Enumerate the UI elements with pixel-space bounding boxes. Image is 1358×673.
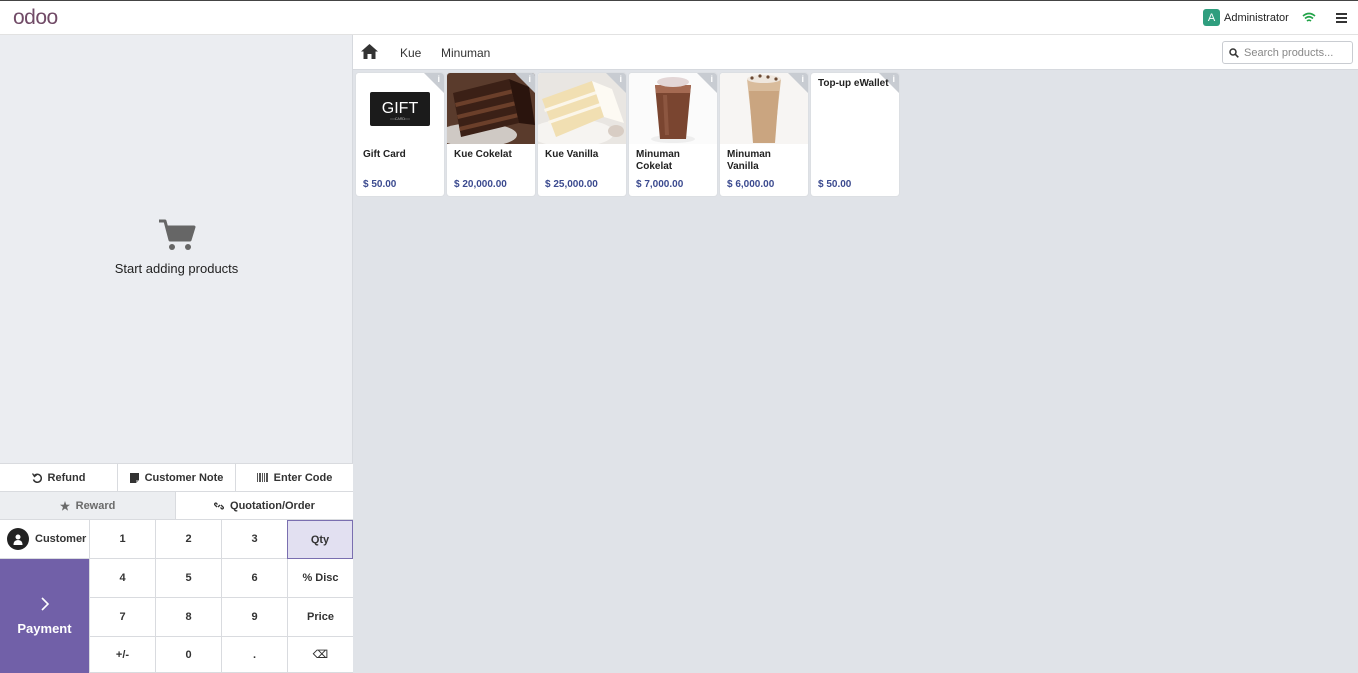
- category-bar: Kue Minuman: [353, 35, 1358, 70]
- quotation-order-button[interactable]: Quotation/Order: [176, 492, 353, 519]
- order-panel: Start adding products Refund Customer No…: [0, 35, 353, 673]
- product-name: Kue Cokelat: [454, 149, 512, 160]
- numpad-key-4[interactable]: 4: [89, 559, 155, 598]
- odoo-logo[interactable]: odoo: [13, 7, 69, 29]
- customer-button[interactable]: Customer: [0, 520, 89, 559]
- info-icon[interactable]: i: [528, 74, 531, 84]
- product-name: Minuman Vanilla: [727, 149, 771, 172]
- customer-note-label: Customer Note: [144, 471, 224, 484]
- numpad-key-0[interactable]: 0: [155, 637, 221, 673]
- undo-icon: [31, 472, 42, 483]
- info-corner: [788, 73, 808, 93]
- product-price: $ 20,000.00: [454, 179, 507, 190]
- product-card-minuman-cokelat[interactable]: i Minuman Cokelat $ 7,000.00: [629, 73, 717, 196]
- numpad-key-6[interactable]: 6: [221, 559, 287, 598]
- numpad-key-8[interactable]: 8: [155, 598, 221, 637]
- category-kue[interactable]: Kue: [400, 46, 421, 60]
- svg-text:CARD: CARD: [395, 117, 405, 121]
- chevron-right-icon: [40, 596, 49, 611]
- svg-text:GIFT: GIFT: [382, 100, 419, 117]
- customer-note-button[interactable]: Customer Note: [118, 464, 236, 491]
- product-name: Top-up eWallet: [818, 78, 889, 89]
- numpad-discount-button[interactable]: % Disc: [287, 559, 353, 598]
- search-box: [1222, 41, 1353, 64]
- info-corner: [606, 73, 626, 93]
- info-corner: [515, 73, 535, 93]
- numpad-key-1[interactable]: 1: [89, 520, 155, 559]
- barcode-icon: [256, 473, 268, 482]
- numpad-qty-button[interactable]: Qty: [287, 520, 353, 559]
- enter-code-button[interactable]: Enter Code: [236, 464, 353, 491]
- star-icon: [59, 500, 70, 511]
- info-icon[interactable]: i: [710, 74, 713, 84]
- numpad-sign-button[interactable]: +/-: [89, 637, 155, 673]
- product-panel: Kue Minuman GIFT CARD i Gi: [353, 35, 1358, 673]
- customer-label: Customer: [35, 533, 87, 545]
- top-bar: odoo A Administrator: [0, 0, 1358, 35]
- reward-label: Reward: [75, 499, 116, 512]
- enter-code-label: Enter Code: [273, 471, 333, 484]
- reward-button[interactable]: Reward: [0, 492, 176, 519]
- numpad-key-5[interactable]: 5: [155, 559, 221, 598]
- numpad-key-7[interactable]: 7: [89, 598, 155, 637]
- quotation-order-label: Quotation/Order: [230, 499, 315, 512]
- numpad-key-2[interactable]: 2: [155, 520, 221, 559]
- user-icon: [13, 534, 23, 545]
- search-icon: [1229, 47, 1239, 58]
- gift-card-image: GIFT CARD: [370, 91, 430, 126]
- numpad-decimal-button[interactable]: .: [221, 637, 287, 673]
- product-price: $ 6,000.00: [727, 179, 775, 190]
- product-price: $ 25,000.00: [545, 179, 598, 190]
- product-card-kue-vanilla[interactable]: i Kue Vanilla $ 25,000.00: [538, 73, 626, 196]
- hamburger-menu-icon[interactable]: [1336, 13, 1347, 23]
- product-card-kue-cokelat[interactable]: i Kue Cokelat $ 20,000.00: [447, 73, 535, 196]
- order-controls: Refund Customer Note Enter Code: [0, 463, 353, 491]
- numpad: 1 2 3 Qty 4 5 6 % Disc 7 8 9 Price +/- 0…: [89, 520, 353, 673]
- wifi-icon[interactable]: [1302, 12, 1316, 24]
- product-grid: GIFT CARD i Gift Card $ 50.00 i Kue Coke…: [356, 73, 899, 196]
- category-minuman[interactable]: Minuman: [441, 46, 490, 60]
- product-name: Gift Card: [363, 149, 406, 160]
- home-icon[interactable]: [361, 44, 378, 59]
- search-input[interactable]: [1244, 46, 1349, 59]
- cart-icon: [158, 219, 195, 250]
- info-icon[interactable]: i: [437, 74, 440, 84]
- svg-text:odoo: odoo: [13, 7, 58, 29]
- payment-label: Payment: [17, 620, 72, 636]
- order-controls-secondary: Reward Quotation/Order: [0, 491, 353, 520]
- note-icon: [129, 472, 139, 483]
- product-price: $ 50.00: [363, 179, 397, 190]
- product-name: Minuman Cokelat: [636, 149, 680, 172]
- refund-button[interactable]: Refund: [0, 464, 118, 491]
- user-name: Administrator: [1224, 11, 1289, 24]
- payment-button[interactable]: Payment: [0, 559, 89, 673]
- product-card-minuman-vanilla[interactable]: i Minuman Vanilla $ 6,000.00: [720, 73, 808, 196]
- numpad-price-button[interactable]: Price: [287, 598, 353, 637]
- product-price: $ 7,000.00: [636, 179, 684, 190]
- info-corner: [424, 73, 444, 93]
- customer-avatar: [7, 528, 29, 550]
- refund-label: Refund: [47, 471, 86, 484]
- user-menu[interactable]: A Administrator: [1203, 9, 1289, 26]
- numpad-key-9[interactable]: 9: [221, 598, 287, 637]
- link-icon: [214, 501, 225, 510]
- info-icon[interactable]: i: [619, 74, 622, 84]
- info-icon[interactable]: i: [801, 74, 804, 84]
- numpad-backspace-button[interactable]: ⌫: [287, 637, 353, 673]
- info-corner: [697, 73, 717, 93]
- product-name: Kue Vanilla: [545, 149, 599, 160]
- empty-cart: Start adding products: [0, 218, 353, 276]
- product-card-gift-card[interactable]: GIFT CARD i Gift Card $ 50.00: [356, 73, 444, 196]
- product-card-top-up-ewallet[interactable]: i Top-up eWallet $ 50.00: [811, 73, 899, 196]
- numpad-key-3[interactable]: 3: [221, 520, 287, 559]
- user-avatar: A: [1203, 9, 1220, 26]
- empty-cart-message: Start adding products: [114, 261, 239, 276]
- product-price: $ 50.00: [818, 179, 852, 190]
